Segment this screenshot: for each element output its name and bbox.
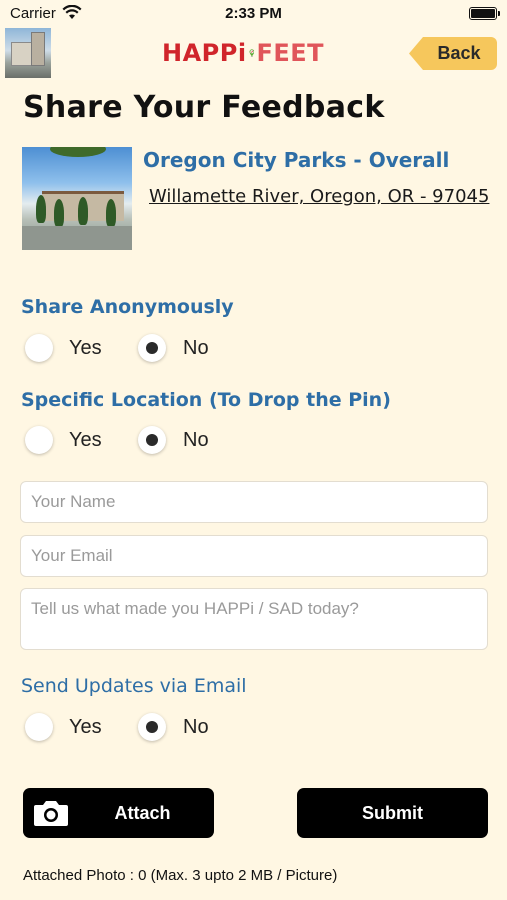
battery-icon <box>469 7 500 20</box>
back-button[interactable]: Back <box>409 37 497 70</box>
logo-text-feet: FEET <box>256 39 324 67</box>
map-pin-check-icon <box>249 49 254 57</box>
share-anonymously-no-radio[interactable] <box>138 334 166 362</box>
share-anonymously-label: Share Anonymously <box>21 296 234 318</box>
attach-button[interactable]: Attach <box>23 788 214 838</box>
specific-location-no-radio[interactable] <box>138 426 166 454</box>
specific-location-yes-label: Yes <box>69 429 102 451</box>
app-header: HAPPi FEET Back <box>0 28 507 80</box>
happi-feet-logo: HAPPi FEET <box>162 28 324 78</box>
logo-text-happi: HAPPi <box>162 39 247 67</box>
attached-photo-info: Attached Photo : 0 (Max. 3 upto 2 MB / P… <box>23 867 338 884</box>
attach-button-label: Attach <box>114 802 171 823</box>
status-time: 2:33 PM <box>225 5 282 22</box>
park-address-link[interactable]: Willamette River, Oregon, OR - 97045 <box>149 186 489 207</box>
camera-icon <box>34 801 68 826</box>
email-field[interactable]: Your Email <box>20 535 488 577</box>
share-anonymously-yes-radio[interactable] <box>25 334 53 362</box>
page-title: Share Your Feedback <box>23 90 385 125</box>
park-name: Oregon City Parks - Overall <box>143 148 450 172</box>
park-photo <box>22 147 132 250</box>
submit-button[interactable]: Submit <box>297 788 488 838</box>
specific-location-yes-radio[interactable] <box>25 426 53 454</box>
feedback-textarea[interactable]: Tell us what made you HAPPi / SAD today? <box>20 588 488 650</box>
name-field[interactable]: Your Name <box>20 481 488 523</box>
status-bar: Carrier 2:33 PM <box>0 0 507 28</box>
send-updates-label: Send Updates via Email <box>21 675 247 697</box>
specific-location-label: Specific Location (To Drop the Pin) <box>21 389 391 411</box>
header-thumbnail <box>5 28 51 78</box>
send-updates-yes-radio[interactable] <box>25 713 53 741</box>
send-updates-yes-label: Yes <box>69 716 102 738</box>
send-updates-no-radio[interactable] <box>138 713 166 741</box>
send-updates-no-label: No <box>183 716 209 738</box>
specific-location-no-label: No <box>183 429 209 451</box>
share-anonymously-yes-label: Yes <box>69 337 102 359</box>
share-anonymously-no-label: No <box>183 337 209 359</box>
